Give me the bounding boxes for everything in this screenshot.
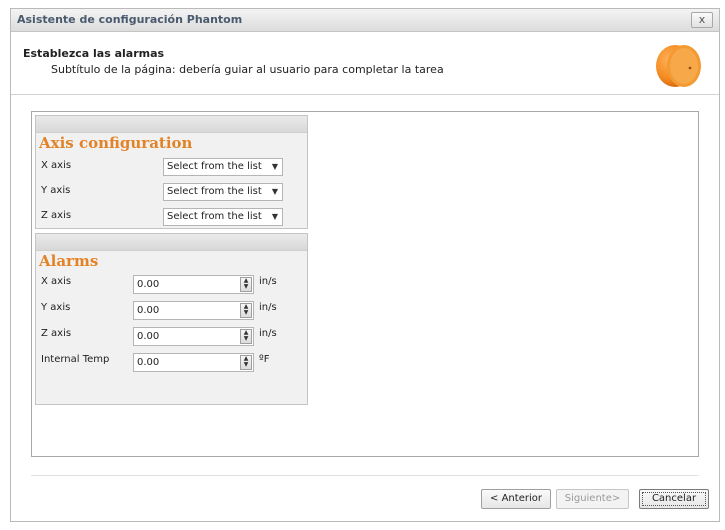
wizard-header: Establezca las alarmas Subtítulo de la p… [11, 32, 719, 95]
spin-down-icon[interactable]: ▼ [241, 336, 251, 342]
cancel-button[interactable]: Cancelar [639, 489, 709, 509]
axis-y-label: Y axis [41, 185, 71, 196]
axis-y-select[interactable]: Select from the list ▼ [163, 183, 283, 201]
alarm-x-input[interactable]: 0.00 ▲ ▼ [133, 275, 254, 294]
group-header-bar [36, 234, 307, 251]
alarm-y-spinner[interactable]: ▲ ▼ [240, 303, 252, 318]
axis-y-select-value: Select from the list [167, 186, 262, 197]
alarm-x-unit: in/s [259, 276, 277, 287]
spin-down-icon[interactable]: ▼ [241, 362, 251, 368]
alarm-z-value: 0.00 [137, 331, 160, 342]
spin-down-icon[interactable]: ▼ [241, 310, 251, 316]
footer-divider [31, 475, 699, 476]
axis-z-select-value: Select from the list [167, 211, 262, 222]
alarm-y-value: 0.00 [137, 305, 160, 316]
next-button[interactable]: Siguiente> [556, 489, 629, 509]
alarm-y-input[interactable]: 0.00 ▲ ▼ [133, 301, 254, 320]
alarm-temp-spinner[interactable]: ▲ ▼ [240, 355, 252, 370]
title-bar[interactable]: Asistente de configuración Phantom x [11, 9, 719, 32]
alarm-temp-unit: ºF [259, 354, 270, 365]
group-header-bar [36, 116, 307, 133]
alarm-z-spinner[interactable]: ▲ ▼ [240, 329, 252, 344]
alarms-group: Alarms X axis 0.00 ▲ ▼ in/s Y axis 0.00 ▲… [35, 233, 308, 405]
window-title: Asistente de configuración Phantom [17, 13, 243, 26]
wizard-content-panel: Axis configuration X axis Select from th… [31, 111, 699, 457]
page-title: Establezca las alarmas [23, 47, 165, 60]
page-subtitle: Subtítulo de la página: debería guiar al… [51, 63, 444, 76]
alarms-title: Alarms [39, 252, 99, 270]
alarm-z-label: Z axis [41, 328, 72, 339]
alarm-temp-value: 0.00 [137, 357, 160, 368]
alarm-temp-input[interactable]: 0.00 ▲ ▼ [133, 353, 254, 372]
close-button[interactable]: x [691, 12, 713, 28]
axis-x-select[interactable]: Select from the list ▼ [163, 158, 283, 176]
alarm-x-spinner[interactable]: ▲ ▼ [240, 277, 252, 292]
axis-configuration-title: Axis configuration [39, 134, 193, 152]
alarm-z-input[interactable]: 0.00 ▲ ▼ [133, 327, 254, 346]
axis-z-label: Z axis [41, 210, 72, 221]
alarm-x-value: 0.00 [137, 279, 160, 290]
alarm-temp-label: Internal Temp [41, 354, 110, 365]
spin-down-icon[interactable]: ▼ [241, 284, 251, 290]
chevron-down-icon: ▼ [271, 187, 278, 196]
setup-wizard-window: Asistente de configuración Phantom x Est… [10, 8, 720, 522]
axis-x-select-value: Select from the list [167, 161, 262, 172]
axis-configuration-group: Axis configuration X axis Select from th… [35, 115, 308, 229]
chevron-down-icon: ▼ [271, 162, 278, 171]
chevron-down-icon: ▼ [271, 212, 278, 221]
alarm-y-unit: in/s [259, 302, 277, 313]
alarm-z-unit: in/s [259, 328, 277, 339]
phantom-sensor-icon [656, 45, 701, 87]
axis-z-select[interactable]: Select from the list ▼ [163, 208, 283, 226]
axis-x-label: X axis [41, 160, 72, 171]
back-button[interactable]: < Anterior [481, 489, 551, 509]
alarm-y-label: Y axis [41, 302, 71, 313]
alarm-x-label: X axis [41, 276, 72, 287]
